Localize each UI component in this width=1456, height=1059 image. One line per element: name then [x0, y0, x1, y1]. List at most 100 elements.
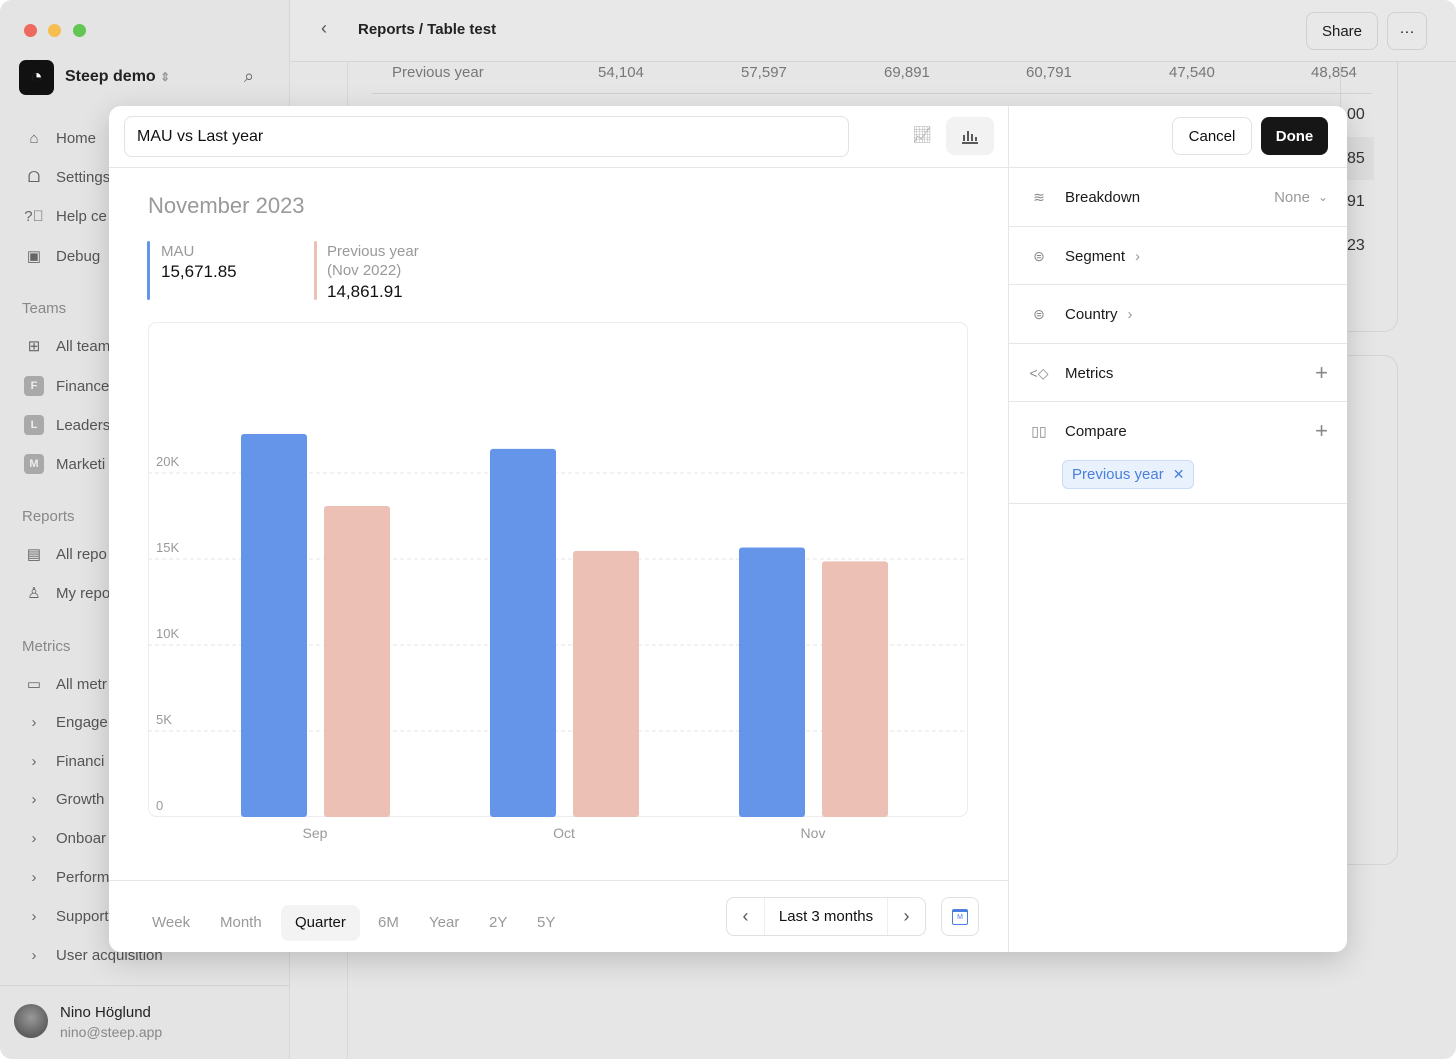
sidebar-item[interactable]: ▣ Debug — [24, 247, 100, 266]
country-label: Country — [1065, 305, 1118, 323]
back-icon[interactable]: ‹ — [321, 18, 327, 39]
divider — [1009, 401, 1347, 402]
chevron-right-icon: › — [31, 791, 37, 809]
sidebar-report-item[interactable]: ▤ All repo — [24, 545, 107, 564]
table-cell: 54,104 — [598, 64, 644, 81]
team-badge: F — [24, 376, 44, 396]
sidebar-item-label: Home — [56, 130, 97, 147]
chevron-right-icon: › — [1127, 305, 1133, 323]
user-icon: ♙ — [27, 585, 41, 602]
legend-label: Previous year — [327, 243, 419, 260]
period-option[interactable]: 5Y — [523, 905, 569, 941]
bar-chart-icon — [962, 131, 978, 144]
maximize-window-button[interactable] — [73, 24, 86, 37]
line-chart-icon[interactable]: 📈︎ — [912, 125, 932, 145]
report-icon: ▤ — [26, 546, 42, 563]
next-range-button[interactable]: › — [887, 898, 925, 935]
date-range-control: ‹ Last 3 months › — [726, 897, 926, 936]
segment-row[interactable]: ⊜ Segment › — [1028, 243, 1328, 269]
previous-range-button[interactable]: ‹ — [727, 898, 765, 935]
chevron-right-icon: › — [31, 869, 37, 886]
period-title: November 2023 — [148, 193, 305, 218]
period-option[interactable]: Year — [415, 905, 473, 941]
sidebar-metric-item[interactable]: › Growth — [24, 791, 105, 809]
compare-chip[interactable]: Previous year ✕ — [1062, 460, 1195, 489]
legend-color-previous-year — [314, 241, 317, 300]
minimize-window-button[interactable] — [48, 24, 61, 37]
calendar-button[interactable]: M — [941, 897, 979, 936]
share-button[interactable]: Share — [1306, 12, 1378, 50]
y-tick-label: 5K — [156, 712, 172, 727]
sidebar-report-item[interactable]: ♙ My repo — [24, 584, 111, 603]
sidebar-metric-item[interactable]: › Financi — [24, 752, 105, 770]
avatar[interactable] — [14, 1004, 48, 1038]
sidebar-item-label: Finance — [56, 377, 110, 395]
chart-title-input[interactable] — [124, 116, 849, 157]
sidebar-team-item[interactable]: ⊞ All team — [24, 337, 110, 356]
bar-chart-button[interactable] — [946, 117, 994, 155]
period-option[interactable]: 6M — [364, 905, 413, 941]
close-window-button[interactable] — [24, 24, 37, 37]
sidebar-team-item[interactable]: F Finance — [24, 376, 109, 396]
table-cell: 69,891 — [884, 64, 930, 81]
sidebar-team-item[interactable]: L Leaders — [24, 415, 110, 435]
chevron-right-icon: › — [31, 752, 37, 770]
done-button[interactable]: Done — [1261, 117, 1328, 155]
x-tick-label: Oct — [553, 825, 575, 841]
more-options-button[interactable]: ··· — [1387, 12, 1427, 50]
workspace-switcher[interactable]: Steep demo ⇕ — [65, 68, 170, 86]
team-badge: L — [24, 415, 44, 435]
sidebar-metric-item[interactable]: › Perform — [24, 869, 110, 886]
sidebar-item-label: Growth — [56, 791, 105, 809]
sidebar-metric-item[interactable]: ▭ All metr — [24, 675, 107, 694]
chevron-updown-icon: ⇕ — [160, 70, 171, 84]
remove-icon[interactable]: ✕ — [1173, 466, 1185, 483]
sidebar-item[interactable]: ᗝ Settings — [24, 169, 110, 186]
period-option[interactable]: Month — [206, 905, 276, 941]
chevron-right-icon: › — [31, 830, 37, 848]
card — [1340, 62, 1398, 332]
chevron-right-icon: › — [31, 713, 37, 731]
cancel-button[interactable]: Cancel — [1172, 117, 1252, 155]
bar-chart: 0 5K 10K 15K 20K Sep Oct Nov — [148, 322, 968, 841]
compare-row: ▯▯ Compare + — [1028, 418, 1328, 444]
workspace-logo: ◔ — [19, 60, 54, 95]
y-tick-label: 0 — [156, 798, 163, 813]
sidebar-metric-item[interactable]: › Engage — [24, 714, 108, 731]
period-option[interactable]: 2Y — [475, 905, 521, 941]
breakdown-row[interactable]: ≋ Breakdown None ⌄ — [1028, 184, 1328, 210]
sidebar-item-label: My repo — [56, 584, 111, 602]
x-tick-label: Sep — [303, 825, 328, 841]
filter-icon: ⊜ — [1033, 305, 1045, 322]
period-option[interactable]: Week — [138, 905, 204, 941]
section-title: Reports — [22, 508, 75, 525]
grid-icon: ⊞ — [27, 338, 41, 355]
breakdown-value[interactable]: None — [1274, 189, 1310, 206]
period-option[interactable]: Quarter — [281, 905, 360, 941]
chevron-right-icon: › — [31, 946, 37, 964]
country-row[interactable]: ⊜ Country › — [1028, 301, 1328, 327]
sidebar-item[interactable]: ?⃝ Help ce — [24, 208, 107, 225]
sidebar-metric-item[interactable]: › Support — [24, 908, 109, 925]
sidebar-item[interactable]: ⌂ Home — [24, 130, 96, 147]
y-tick-label: 20K — [156, 454, 179, 469]
top-bar: ‹ Reports / Table test Share ··· — [291, 0, 1456, 62]
sidebar-metric-item[interactable]: › Onboar — [24, 830, 107, 848]
team-badge: M — [24, 454, 44, 474]
card — [1340, 355, 1398, 865]
x-tick-label: Nov — [801, 825, 826, 841]
sidebar-item-label: All repo — [56, 545, 107, 563]
divider — [1009, 503, 1347, 504]
sidebar-team-item[interactable]: M Marketi — [24, 454, 105, 474]
search-icon[interactable]: ⌕ — [244, 66, 254, 87]
chevron-right-icon: › — [31, 907, 37, 925]
compare-chip-label: Previous year — [1072, 466, 1164, 483]
bar-mau — [739, 547, 805, 817]
sidebar-item-label: Financi — [56, 752, 105, 770]
add-metric-button[interactable]: + — [1315, 360, 1328, 386]
legend-sublabel: (Nov 2022) — [327, 262, 402, 279]
add-compare-button[interactable]: + — [1315, 418, 1328, 444]
workspace-name: Steep demo — [65, 68, 156, 85]
divider — [372, 93, 1372, 94]
bar-previous-year — [324, 506, 390, 817]
